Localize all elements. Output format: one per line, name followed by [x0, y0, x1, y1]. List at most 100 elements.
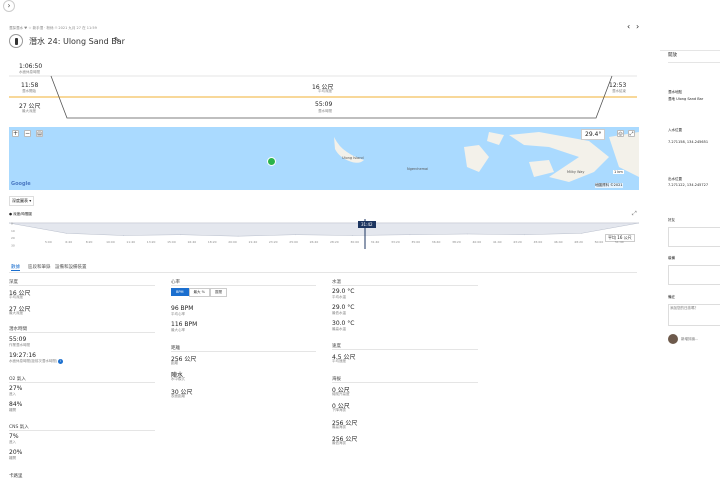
o2-in-label: 進入 — [9, 392, 16, 396]
max-hr-value: 116 BPM — [171, 321, 198, 328]
dive-location-marker[interactable] — [267, 157, 276, 166]
map[interactable]: + − ▤ 29.4° ◎ ⤢ Ulong Island Ngerchemai … — [9, 127, 639, 190]
location-value[interactable]: 潛地 Ulong Sand Bar — [668, 97, 703, 102]
pencil-icon: ✎ — [114, 36, 120, 44]
entry-time-value: 11:58 — [21, 82, 39, 89]
distance-label: 距離 — [171, 361, 178, 365]
x-tick-label: 33:20 — [391, 240, 400, 244]
buddy-title: 好友 — [668, 218, 675, 222]
x-tick-label: 41:40 — [492, 240, 502, 244]
exit-time-value: 12:53 — [609, 82, 627, 89]
surface-interval-value: 1:06:50 — [19, 63, 43, 70]
surface-distance-label: 表面距離 — [171, 394, 185, 398]
map-attribution[interactable]: 地圖資料 ©2021 — [595, 183, 623, 188]
chart-expand-button[interactable]: ⤢ — [632, 210, 637, 218]
x-tick-label: 21:40 — [248, 240, 258, 244]
elev-loss-label: 下降海拔 — [332, 408, 346, 412]
gear-title: 裝備 — [668, 256, 675, 260]
zoom-out-button[interactable]: − — [24, 130, 31, 137]
map-label-ngerchemai: Ngerchemai — [407, 167, 429, 171]
depth-point — [466, 233, 468, 235]
fullscreen-button[interactable]: ⤢ — [628, 130, 635, 137]
x-tick-label: 11:40 — [126, 240, 136, 244]
map-scale: 1 km — [613, 170, 624, 174]
depth-point — [581, 232, 583, 234]
x-tick-label: 10:00 — [106, 240, 115, 244]
buddy-input[interactable] — [668, 227, 720, 247]
surface-time-label: 水面休息時間(距前次潛水時間) i — [9, 359, 64, 364]
elev-max-label: 最高海拔 — [332, 425, 346, 429]
google-logo: Google — [11, 181, 31, 187]
tab-data[interactable]: 數據 — [11, 264, 20, 271]
map-temp-badge: 29.4° — [581, 129, 606, 140]
o2-out-label: 離開 — [9, 408, 16, 412]
depth-point — [352, 235, 353, 236]
hr-toggle-zone[interactable]: 區間 — [210, 288, 227, 297]
chevron-right-icon: › — [7, 1, 11, 10]
x-tick-label: 13:20 — [146, 240, 156, 244]
activity-meta: 潛探潛水 ♥ ☆ 新手潛 · 粉絲 ⏱ 2021 九月 27 在 11:59 — [9, 26, 97, 30]
o2-out-value: 84% — [9, 401, 23, 408]
hr-toggle-max[interactable]: 最大 % — [188, 288, 210, 297]
bottom-time-label: 潛水時間 — [318, 109, 332, 113]
depth-point — [409, 234, 411, 236]
x-tick-label: 40:00 — [472, 240, 482, 244]
edit-title-button[interactable]: ✎ — [114, 36, 120, 44]
zoom-in-button[interactable]: + — [12, 130, 19, 137]
avatar — [668, 334, 678, 344]
cns-out-value: 20% — [9, 449, 23, 456]
dive-time-label: 作業潛水時間 — [9, 343, 30, 347]
max-temp-value: 30.0 °C — [332, 320, 355, 327]
elev-min-label: 最低海拔 — [332, 441, 346, 445]
tab-bar: 數據 區段和筆錄 設備和設備裝置 — [9, 263, 637, 273]
x-tick-label: 50:00 — [594, 240, 604, 244]
x-tick-label: 31:40 — [370, 240, 380, 244]
tab-gear[interactable]: 設備和設備裝置 — [55, 264, 87, 270]
page-title: 潛水 24: Ulong Sand Bar — [29, 37, 125, 46]
x-tick-label: 6:40 — [65, 240, 73, 244]
o2-in-value: 27% — [9, 385, 23, 392]
layers-icon: ▤ — [37, 131, 42, 137]
entry-position-title: 入水位置 — [668, 128, 682, 132]
chart-time-badge: 31:42 — [358, 221, 376, 228]
depth-point — [180, 234, 182, 236]
tab-laps[interactable]: 區段和筆錄 — [28, 264, 51, 270]
x-tick-label: 45:00 — [533, 240, 543, 244]
gear-input[interactable] — [668, 265, 720, 285]
cns-in-value: 7% — [9, 433, 19, 440]
min-temp-label: 最低水溫 — [332, 311, 346, 315]
depth-point — [524, 234, 525, 236]
calories-section-title: 卡路里 — [9, 474, 23, 479]
x-tick-label: 15:00 — [167, 240, 176, 244]
x-tick-label: 26:40 — [309, 240, 319, 244]
next-activity-button[interactable]: › — [636, 22, 639, 31]
chart-selector[interactable]: 深度圖表 ▾ — [9, 196, 35, 206]
prev-activity-button[interactable]: ‹ — [627, 22, 630, 31]
y-tick-label: 10 — [11, 229, 15, 233]
hr-toggle-bpm[interactable]: BPM — [171, 288, 189, 296]
compass-button[interactable]: ◎ — [617, 130, 624, 137]
map-land — [334, 132, 639, 182]
x-tick-label: 18:20 — [207, 240, 217, 244]
speed-label: 平均速度 — [332, 359, 346, 363]
cns-in-label: 進入 — [9, 440, 16, 444]
avg-hr-value: 96 BPM — [171, 305, 194, 312]
compass-icon: ◎ — [618, 131, 623, 137]
comment-input[interactable] — [681, 335, 720, 343]
notes-title: 備註 — [668, 295, 675, 299]
sidebar-heading: 開放 — [668, 53, 677, 58]
x-tick-label: 30:00 — [350, 240, 360, 244]
x-tick-label: 5:00 — [45, 240, 52, 244]
notes-input[interactable] — [668, 304, 720, 326]
x-tick-label: 48:20 — [574, 240, 583, 244]
back-button[interactable]: › — [3, 0, 15, 12]
x-tick-label: 25:00 — [289, 240, 298, 244]
avg-depth-center-label: 平均深度 — [318, 89, 332, 93]
surface-interval-label: 水面休息時間 — [19, 70, 40, 74]
info-icon[interactable]: i — [58, 359, 64, 364]
x-tick-label: 43:20 — [513, 240, 522, 244]
max-temp-label: 最高水溫 — [332, 327, 346, 331]
x-tick-label: 28:20 — [330, 240, 339, 244]
max-depth-label: 最大深度 — [9, 311, 23, 315]
layers-button[interactable]: ▤ — [36, 130, 43, 137]
